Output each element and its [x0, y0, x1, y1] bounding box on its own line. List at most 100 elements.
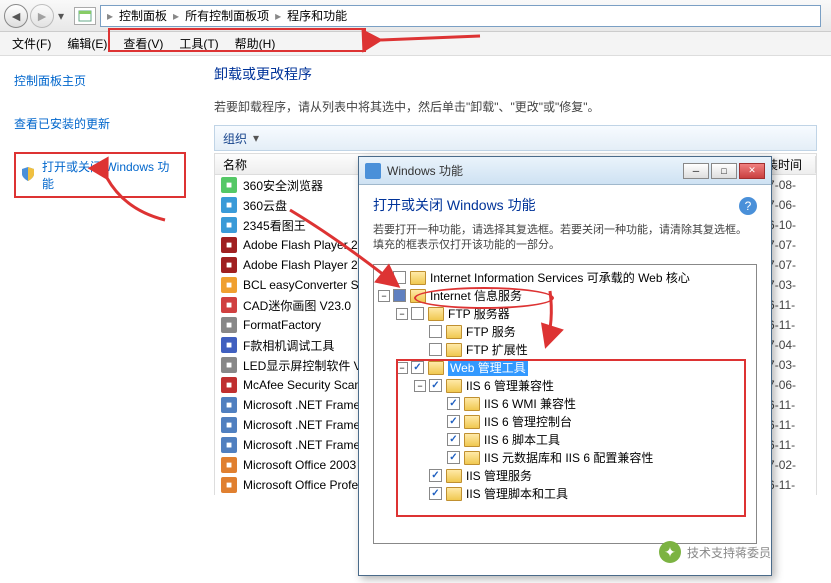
- tree-node[interactable]: IIS 6 脚本工具: [378, 431, 752, 449]
- dialog-body: ? 打开或关闭 Windows 功能 若要打开一种功能，请选择其复选框。若要关闭…: [359, 185, 771, 575]
- folder-icon: [446, 469, 462, 483]
- expander-icon: [432, 416, 444, 428]
- forward-button[interactable]: ►: [30, 4, 54, 28]
- tree-node[interactable]: FTP 扩展性: [378, 341, 752, 359]
- tree-node[interactable]: IIS 6 管理控制台: [378, 413, 752, 431]
- organize-button[interactable]: 组织: [223, 130, 247, 147]
- checkbox[interactable]: [393, 289, 406, 302]
- tree-node[interactable]: IIS 6 WMI 兼容性: [378, 395, 752, 413]
- back-button[interactable]: ◄: [4, 4, 28, 28]
- folder-icon: [464, 451, 480, 465]
- expander-icon[interactable]: −: [414, 380, 426, 392]
- windows-features-dialog: Windows 功能 ─ □ ✕ ? 打开或关闭 Windows 功能 若要打开…: [358, 156, 772, 576]
- sidebar-home[interactable]: 控制面板主页: [14, 66, 186, 95]
- tree-node[interactable]: FTP 服务: [378, 323, 752, 341]
- tree-node[interactable]: IIS 元数据库和 IIS 6 配置兼容性: [378, 449, 752, 467]
- expander-icon: [414, 470, 426, 482]
- expander-icon[interactable]: −: [396, 362, 408, 374]
- folder-icon: [410, 289, 426, 303]
- bc-item-2[interactable]: 程序和功能: [283, 7, 351, 24]
- help-icon[interactable]: ?: [739, 197, 757, 215]
- tree-node[interactable]: IIS 管理服务: [378, 467, 752, 485]
- app-icon: ■: [221, 197, 237, 213]
- checkbox[interactable]: [393, 271, 406, 284]
- programs-icon: [74, 7, 96, 25]
- maximize-button[interactable]: □: [711, 163, 737, 179]
- menu-edit[interactable]: 编辑(E): [61, 33, 113, 54]
- expander-icon: [432, 434, 444, 446]
- tree-node-label: FTP 扩展性: [466, 341, 528, 358]
- checkbox[interactable]: [447, 397, 460, 410]
- expander-icon: [414, 488, 426, 500]
- expander-icon[interactable]: −: [378, 290, 390, 302]
- tree-node[interactable]: − Internet 信息服务: [378, 287, 752, 305]
- dialog-description: 若要打开一种功能，请选择其复选框。若要关闭一种功能，请清除其复选框。填充的框表示…: [373, 223, 757, 254]
- tree-node-label: Internet 信息服务: [430, 287, 522, 304]
- expander-icon: [378, 272, 390, 284]
- app-icon: ■: [221, 257, 237, 273]
- sidebar-features-label: 打开或关闭 Windows 功能: [42, 158, 180, 192]
- dialog-title: Windows 功能: [387, 162, 683, 179]
- checkbox[interactable]: [429, 469, 442, 482]
- tree-node[interactable]: − Web 管理工具: [378, 359, 752, 377]
- tree-node-label: IIS 6 脚本工具: [484, 431, 560, 448]
- app-icon: ■: [221, 437, 237, 453]
- expander-icon: [414, 344, 426, 356]
- checkbox[interactable]: [429, 379, 442, 392]
- folder-icon: [464, 433, 480, 447]
- tree-node-label: IIS 6 管理兼容性: [466, 377, 554, 394]
- dialog-titlebar[interactable]: Windows 功能 ─ □ ✕: [359, 157, 771, 185]
- tree-node[interactable]: IIS 管理脚本和工具: [378, 485, 752, 503]
- checkbox[interactable]: [429, 325, 442, 338]
- expander-icon: [414, 326, 426, 338]
- folder-icon: [446, 343, 462, 357]
- menu-file[interactable]: 文件(F): [6, 33, 57, 54]
- checkbox[interactable]: [447, 415, 460, 428]
- tree-node-label: IIS 6 管理控制台: [484, 413, 572, 430]
- nav-bar: ◄ ► ▾ ▸ 控制面板 ▸ 所有控制面板项 ▸ 程序和功能: [0, 0, 831, 32]
- history-dropdown[interactable]: ▾: [56, 9, 70, 23]
- tree-node-label: FTP 服务器: [448, 305, 510, 322]
- folder-icon: [446, 487, 462, 501]
- app-icon: ■: [221, 317, 237, 333]
- app-icon: ■: [221, 337, 237, 353]
- sidebar-windows-features[interactable]: 打开或关闭 Windows 功能: [14, 152, 186, 198]
- watermark: ✦ 技术支持蒋委员: [659, 541, 771, 563]
- checkbox[interactable]: [411, 307, 424, 320]
- folder-icon: [464, 397, 480, 411]
- menu-view[interactable]: 查看(V): [117, 33, 169, 54]
- bc-item-0[interactable]: 控制面板: [115, 7, 171, 24]
- minimize-button[interactable]: ─: [683, 163, 709, 179]
- breadcrumb[interactable]: ▸ 控制面板 ▸ 所有控制面板项 ▸ 程序和功能: [100, 5, 821, 27]
- checkbox[interactable]: [447, 451, 460, 464]
- shield-icon: [20, 166, 36, 185]
- expander-icon[interactable]: −: [396, 308, 408, 320]
- tree-node-label: IIS 管理脚本和工具: [466, 485, 568, 502]
- expander-icon: [432, 398, 444, 410]
- tree-node-label: Web 管理工具: [448, 359, 528, 376]
- menu-help[interactable]: 帮助(H): [229, 33, 282, 54]
- dialog-heading: 打开或关闭 Windows 功能: [373, 195, 757, 215]
- tree-node[interactable]: − FTP 服务器: [378, 305, 752, 323]
- tree-node[interactable]: Internet Information Services 可承载的 Web 核…: [378, 269, 752, 287]
- bc-item-1[interactable]: 所有控制面板项: [181, 7, 273, 24]
- close-button[interactable]: ✕: [739, 163, 765, 179]
- tree-node[interactable]: − IIS 6 管理兼容性: [378, 377, 752, 395]
- folder-icon: [410, 271, 426, 285]
- folder-icon: [446, 325, 462, 339]
- checkbox[interactable]: [447, 433, 460, 446]
- folder-icon: [464, 415, 480, 429]
- sidebar-updates[interactable]: 查看已安装的更新: [14, 109, 186, 138]
- checkbox[interactable]: [429, 343, 442, 356]
- sidebar: 控制面板主页 查看已安装的更新 打开或关闭 Windows 功能: [0, 56, 200, 583]
- feature-tree[interactable]: Internet Information Services 可承载的 Web 核…: [373, 264, 757, 544]
- checkbox[interactable]: [411, 361, 424, 374]
- app-icon: ■: [221, 457, 237, 473]
- app-icon: ■: [221, 177, 237, 193]
- menu-tools[interactable]: 工具(T): [173, 33, 224, 54]
- organize-dropdown-icon[interactable]: ▾: [253, 131, 259, 145]
- folder-icon: [428, 307, 444, 321]
- checkbox[interactable]: [429, 487, 442, 500]
- toolbar: 组织 ▾: [214, 125, 817, 151]
- app-icon: ■: [221, 357, 237, 373]
